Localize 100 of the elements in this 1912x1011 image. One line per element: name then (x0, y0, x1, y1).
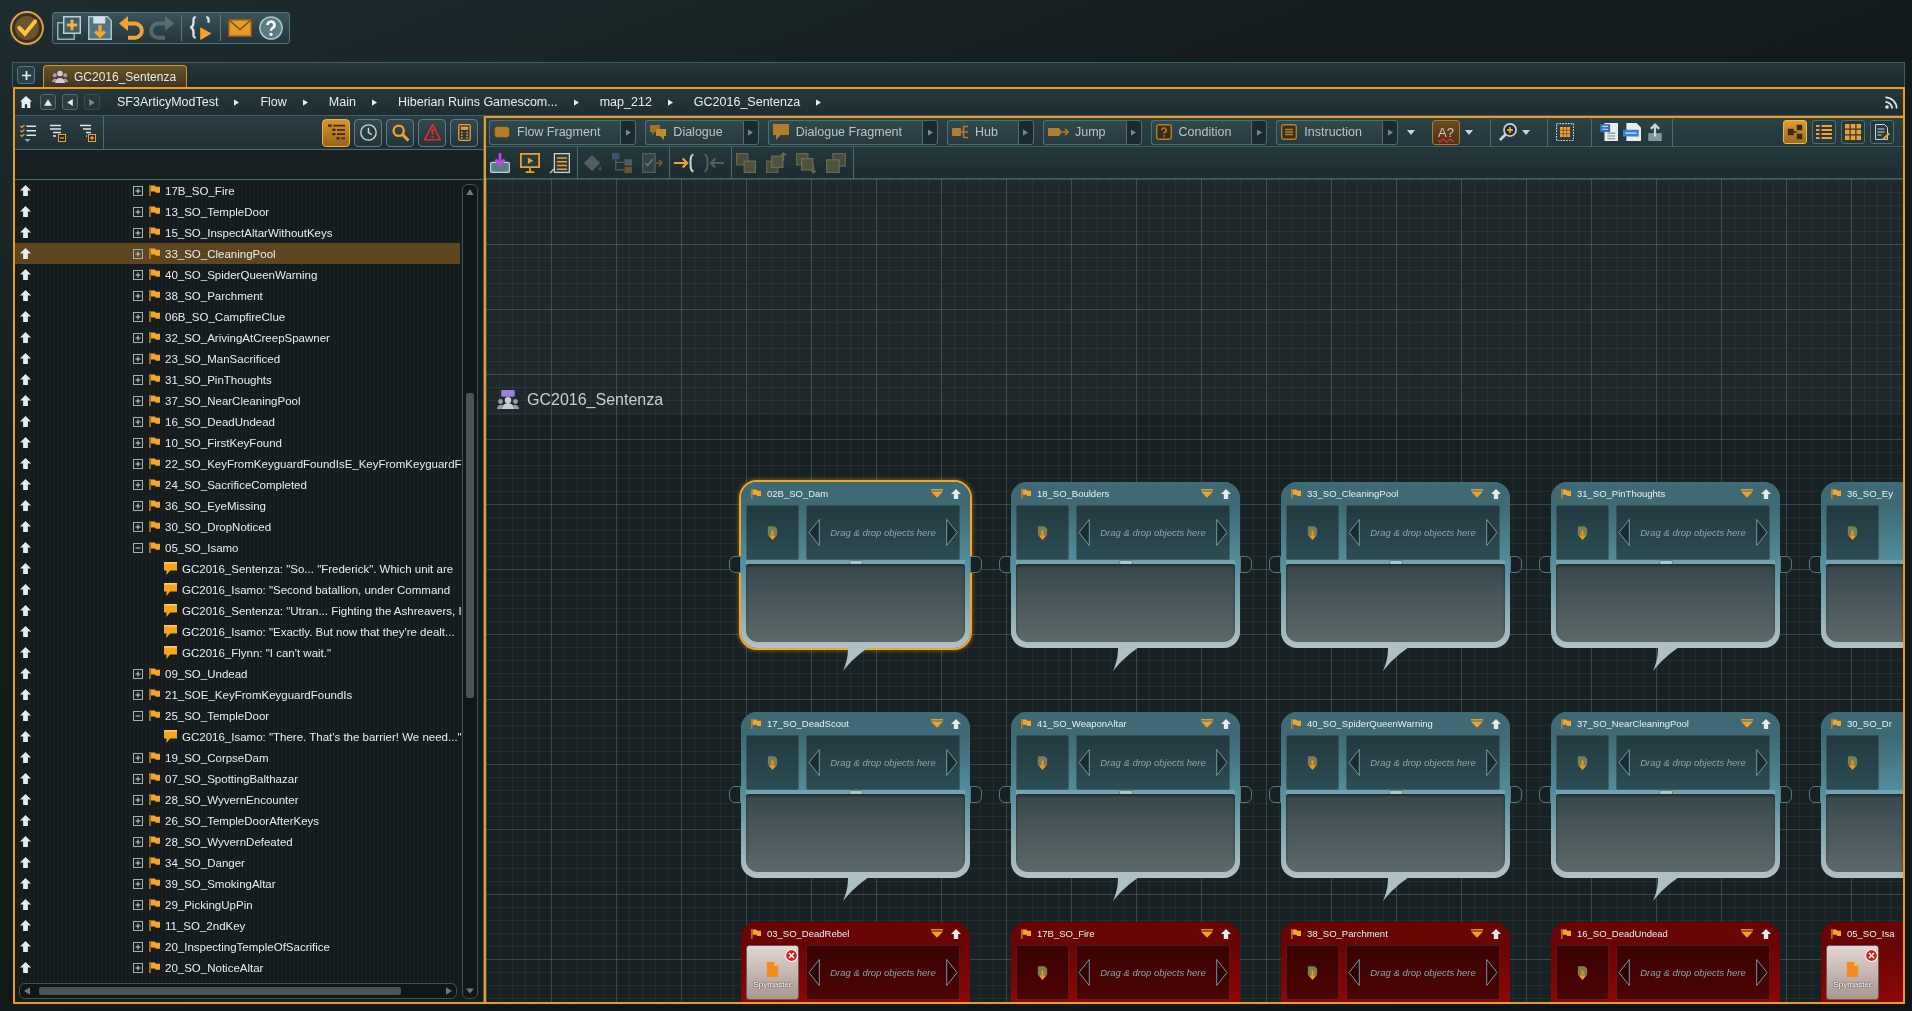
view-button[interactable] (1783, 120, 1807, 144)
dropdown-triangle-icon[interactable] (1201, 489, 1213, 498)
plus-box-icon[interactable] (133, 416, 143, 427)
connector-pin[interactable] (1809, 786, 1821, 803)
tree-row[interactable]: 24_SO_SacrificeCompleted (15, 474, 460, 495)
up-arrow-icon[interactable] (20, 353, 31, 364)
tree-row[interactable]: 11_SO_2ndKey (15, 915, 460, 936)
breadcrumb-item[interactable]: Hiberian Ruins Gamescom... (395, 92, 560, 112)
tree-row[interactable]: 22_SO_KeyFromKeyguardFoundIsE_KeyFromKeyguardF (15, 453, 460, 474)
plus-box-icon[interactable] (133, 836, 143, 847)
dropdown-triangle-icon[interactable] (1741, 929, 1753, 938)
import-icon[interactable] (490, 152, 510, 173)
caret-icon[interactable] (1407, 129, 1416, 135)
tool-button[interactable]: Hub (947, 119, 1018, 145)
spellcheck-button[interactable]: A? (1432, 119, 1460, 145)
tree-row[interactable]: 39_SO_SmokingAltar (15, 873, 460, 894)
object-slot[interactable] (1826, 505, 1879, 560)
connector-pin[interactable] (1240, 556, 1252, 573)
right-arrow-icon[interactable] (1756, 959, 1768, 986)
flow-node[interactable]: 05_SO_Isa Spymaster (1821, 922, 1903, 1002)
breadcrumb-item[interactable]: map_212 (597, 92, 654, 112)
tree-row[interactable]: 06B_SO_CampfireClue (15, 306, 460, 327)
up-arrow-icon[interactable] (20, 248, 31, 259)
object-slot[interactable] (746, 735, 799, 790)
up-button[interactable] (40, 94, 56, 110)
drop-zone[interactable]: Drag & drop objects here (806, 945, 960, 1000)
tree-row[interactable]: 28_SO_WyvernDefeated (15, 831, 460, 852)
tree-row[interactable]: GC2016_Isamo: "Second batallion, under Command (15, 579, 460, 600)
up-arrow-icon[interactable] (20, 416, 31, 427)
scrollbar-thumb[interactable] (39, 987, 401, 995)
view-button[interactable] (1870, 120, 1894, 144)
plus-box-icon[interactable] (133, 353, 143, 364)
object-slot[interactable] (746, 505, 799, 560)
up-arrow-icon[interactable] (20, 542, 31, 553)
tree-row[interactable]: 30_SO_DropNoticed (15, 516, 460, 537)
tree-row[interactable]: 37_SO_NearCleaningPool (15, 390, 460, 411)
up-arrow-icon[interactable] (1761, 928, 1771, 939)
view-button[interactable] (1812, 120, 1836, 144)
up-arrow-icon[interactable] (20, 899, 31, 910)
dropdown-triangle-icon[interactable] (1471, 719, 1483, 728)
up-arrow-icon[interactable] (20, 689, 31, 700)
left-arrow-icon[interactable] (808, 959, 820, 986)
left-arrow-icon[interactable] (1618, 519, 1630, 546)
plus-box-icon[interactable] (133, 668, 143, 679)
sheet-icon[interactable] (550, 152, 570, 173)
connector-pin[interactable] (970, 556, 982, 573)
up-arrow-icon[interactable] (20, 773, 31, 784)
connector-pin[interactable] (999, 556, 1011, 573)
connector-pin[interactable] (1269, 556, 1281, 573)
plus-box-icon[interactable] (133, 920, 143, 931)
up-arrow-icon[interactable] (20, 962, 31, 973)
up-arrow-icon[interactable] (20, 710, 31, 721)
add-tab-button[interactable] (17, 66, 35, 84)
plus-box-icon[interactable] (133, 374, 143, 385)
drop-zone[interactable]: Drag & drop objects here (806, 735, 960, 790)
plus-box-icon[interactable] (133, 269, 143, 280)
triangle-icon[interactable] (573, 98, 579, 106)
up-arrow-icon[interactable] (20, 815, 31, 826)
flow-node[interactable]: 36_SO_Ey (1821, 482, 1903, 648)
object-slot[interactable] (1286, 945, 1339, 1000)
panel-tab[interactable] (450, 118, 478, 147)
breadcrumb-item[interactable]: SF3ArticyModTest (115, 92, 221, 112)
caret-icon[interactable] (1521, 129, 1530, 135)
drop-zone[interactable]: Drag & drop objects here (1616, 735, 1770, 790)
flow-node[interactable]: 38_SO_Parchment Drag & drop objects here (1281, 922, 1510, 1002)
breadcrumb-item[interactable]: Flow (258, 92, 289, 112)
up-arrow-icon[interactable] (20, 878, 31, 889)
up-arrow-icon[interactable] (20, 269, 31, 280)
tree-row[interactable]: GC2016_Flynn: "I can't wait." (15, 642, 460, 663)
tree-row[interactable]: GC2016_Sentenza: "So... "Frederick". Which unit are (15, 558, 460, 579)
up-arrow-icon[interactable] (1491, 928, 1501, 939)
tree-row[interactable]: 26_SO_TempleDoorAfterKeys (15, 810, 460, 831)
horizontal-scrollbar[interactable] (19, 983, 457, 999)
undo-icon[interactable] (119, 16, 143, 40)
drop-zone[interactable]: Drag & drop objects here (1616, 945, 1770, 1000)
tree-row[interactable]: 33_SO_CleaningPool (15, 243, 460, 264)
connector-pin[interactable] (1780, 786, 1792, 803)
tree-row[interactable]: 38_SO_Parchment (15, 285, 460, 306)
tree-row[interactable]: 17B_SO_Fire (15, 180, 460, 201)
connector-pin[interactable] (729, 556, 741, 573)
zoom-in-icon[interactable] (1498, 123, 1517, 141)
breadcrumb-item[interactable]: GC2016_Sentenza (691, 92, 803, 112)
left-arrow-icon[interactable] (1618, 749, 1630, 776)
plus-box-icon[interactable] (133, 689, 143, 700)
drop-zone[interactable]: Drag & drop objects here (1076, 505, 1230, 560)
list-plus-icon[interactable] (80, 123, 96, 142)
document-export-icon[interactable] (1599, 123, 1618, 141)
tool-button[interactable]: Condition (1150, 119, 1252, 145)
tree-row[interactable]: GC2016_Isamo: "Exactly. But now that they're dealt... (15, 621, 460, 642)
tree-row[interactable]: 10_SO_FirstKeyFound (15, 432, 460, 453)
minus-box-icon[interactable] (133, 542, 143, 553)
dropdown-triangle-icon[interactable] (931, 719, 943, 728)
tree-row[interactable]: 31_SO_PinThoughts (15, 369, 460, 390)
presentation-icon[interactable] (520, 152, 540, 173)
dropdown-triangle-icon[interactable] (1741, 719, 1753, 728)
up-arrow-icon[interactable] (20, 626, 31, 637)
back-button[interactable] (62, 94, 78, 110)
connector-pin[interactable] (999, 786, 1011, 803)
up-arrow-icon[interactable] (20, 332, 31, 343)
plus-box-icon[interactable] (133, 311, 143, 322)
